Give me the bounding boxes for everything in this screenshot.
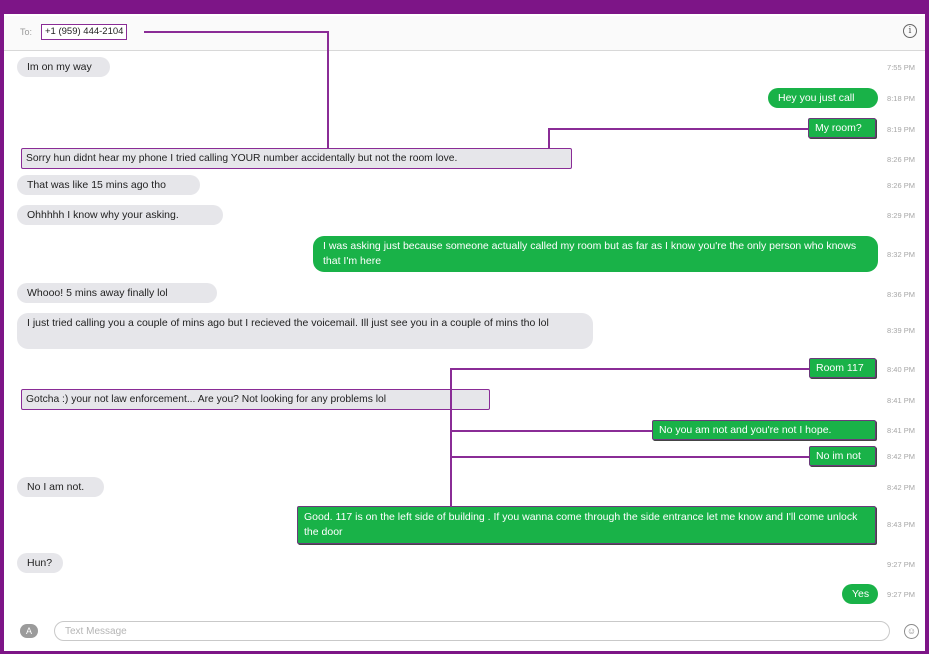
message-bubble-outgoing: Good. 117 is on the left side of buildin… — [297, 506, 876, 544]
message-bubble-outgoing: Yes — [842, 584, 878, 604]
message-timestamp: 8:36 PM — [887, 290, 915, 299]
annotation-line — [548, 128, 550, 149]
message-timestamp: 8:42 PM — [887, 452, 915, 461]
message-timestamp: 8:26 PM — [887, 155, 915, 164]
annotation-line — [450, 368, 809, 370]
message-bubble-outgoing: No im not — [809, 446, 876, 466]
message-bubble-incoming: Whooo! 5 mins away finally lol — [17, 283, 217, 303]
message-timestamp: 7:55 PM — [887, 63, 915, 72]
message-bubble-incoming: Im on my way — [17, 57, 110, 77]
recipient-field[interactable]: +1 (959) 444-2104 — [41, 24, 128, 40]
message-timestamp: 8:18 PM — [887, 94, 915, 103]
message-bubble-incoming: I just tried calling you a couple of min… — [17, 313, 593, 349]
annotation-line — [450, 430, 652, 432]
annotation-line — [450, 456, 809, 458]
message-bubble-outgoing: I was asking just because someone actual… — [313, 236, 878, 272]
message-timestamp: 8:19 PM — [887, 125, 915, 134]
message-bubble-incoming: That was like 15 mins ago tho — [17, 175, 200, 195]
message-timestamp: 8:29 PM — [887, 211, 915, 220]
message-bubble-incoming: Sorry hun didnt hear my phone I tried ca… — [21, 148, 572, 169]
conversation-header: To: +1 (959) 444-2104 i — [4, 16, 925, 51]
emoji-icon[interactable]: ☺ — [904, 624, 919, 639]
annotation-line — [144, 31, 328, 33]
message-timestamp: 9:27 PM — [887, 590, 915, 599]
message-timestamp: 8:42 PM — [887, 483, 915, 492]
message-timestamp: 8:26 PM — [887, 181, 915, 190]
message-bubble-incoming: Hun? — [17, 553, 63, 573]
info-icon[interactable]: i — [903, 24, 917, 38]
message-timestamp: 8:39 PM — [887, 326, 915, 335]
message-timestamp: 8:32 PM — [887, 250, 915, 259]
message-timestamp: 8:40 PM — [887, 365, 915, 374]
message-timestamp: 8:41 PM — [887, 426, 915, 435]
message-timestamp: 8:41 PM — [887, 396, 915, 405]
message-bubble-outgoing: My room? — [808, 118, 876, 138]
message-input[interactable] — [54, 621, 890, 641]
to-label: To: — [20, 27, 33, 37]
message-bubble-outgoing: No you am not and you're not I hope. — [652, 420, 876, 440]
annotation-line — [327, 31, 329, 149]
message-bubble-incoming: Gotcha :) your not law enforcement... Ar… — [21, 389, 490, 410]
message-timestamp: 9:27 PM — [887, 560, 915, 569]
annotation-line — [548, 128, 808, 130]
message-bubble-incoming: No I am not. — [17, 477, 104, 497]
message-bubble-incoming: Ohhhhh I know why your asking. — [17, 205, 223, 225]
message-bubble-outgoing: Hey you just call — [768, 88, 878, 108]
composer-bar: A ☺ — [4, 614, 925, 650]
message-bubble-outgoing: Room 117 — [809, 358, 876, 378]
message-timestamp: 8:43 PM — [887, 520, 915, 529]
apps-icon[interactable]: A — [20, 624, 38, 638]
annotation-line — [450, 368, 452, 507]
